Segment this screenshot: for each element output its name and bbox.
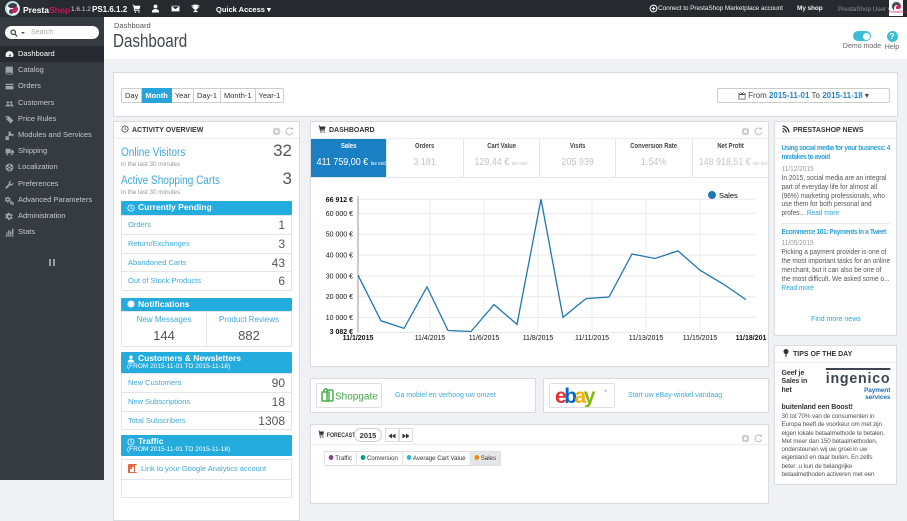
svg-text:40 000 €: 40 000 €: [326, 253, 353, 260]
svg-text:11/6/2015: 11/6/2015: [469, 335, 500, 342]
svg-text:11/13/2015: 11/13/2015: [629, 335, 664, 342]
svg-text:11/11/2015: 11/11/2015: [575, 335, 609, 342]
svg-text:™: ™: [603, 389, 608, 394]
svg-text:Shopgate: Shopgate: [335, 392, 378, 403]
svg-text:11/8/2015: 11/8/2015: [523, 335, 554, 342]
svg-text:11/15/2015: 11/15/2015: [683, 335, 718, 342]
svg-text:11/1/2015: 11/1/2015: [343, 335, 374, 342]
svg-text:66 912 €: 66 912 €: [326, 197, 353, 204]
svg-text:30 000 €: 30 000 €: [326, 273, 353, 280]
svg-text:Sales: Sales: [719, 191, 738, 200]
svg-text:60 000 €: 60 000 €: [326, 211, 353, 218]
svg-text:11/18/201: 11/18/201: [736, 335, 767, 342]
svg-text:50 000 €: 50 000 €: [326, 232, 353, 239]
svg-text:ebay: ebay: [555, 386, 596, 407]
svg-text:20 000 €: 20 000 €: [326, 294, 353, 301]
svg-text:10 000 €: 10 000 €: [326, 315, 353, 322]
svg-text:11/4/2015: 11/4/2015: [415, 335, 446, 342]
